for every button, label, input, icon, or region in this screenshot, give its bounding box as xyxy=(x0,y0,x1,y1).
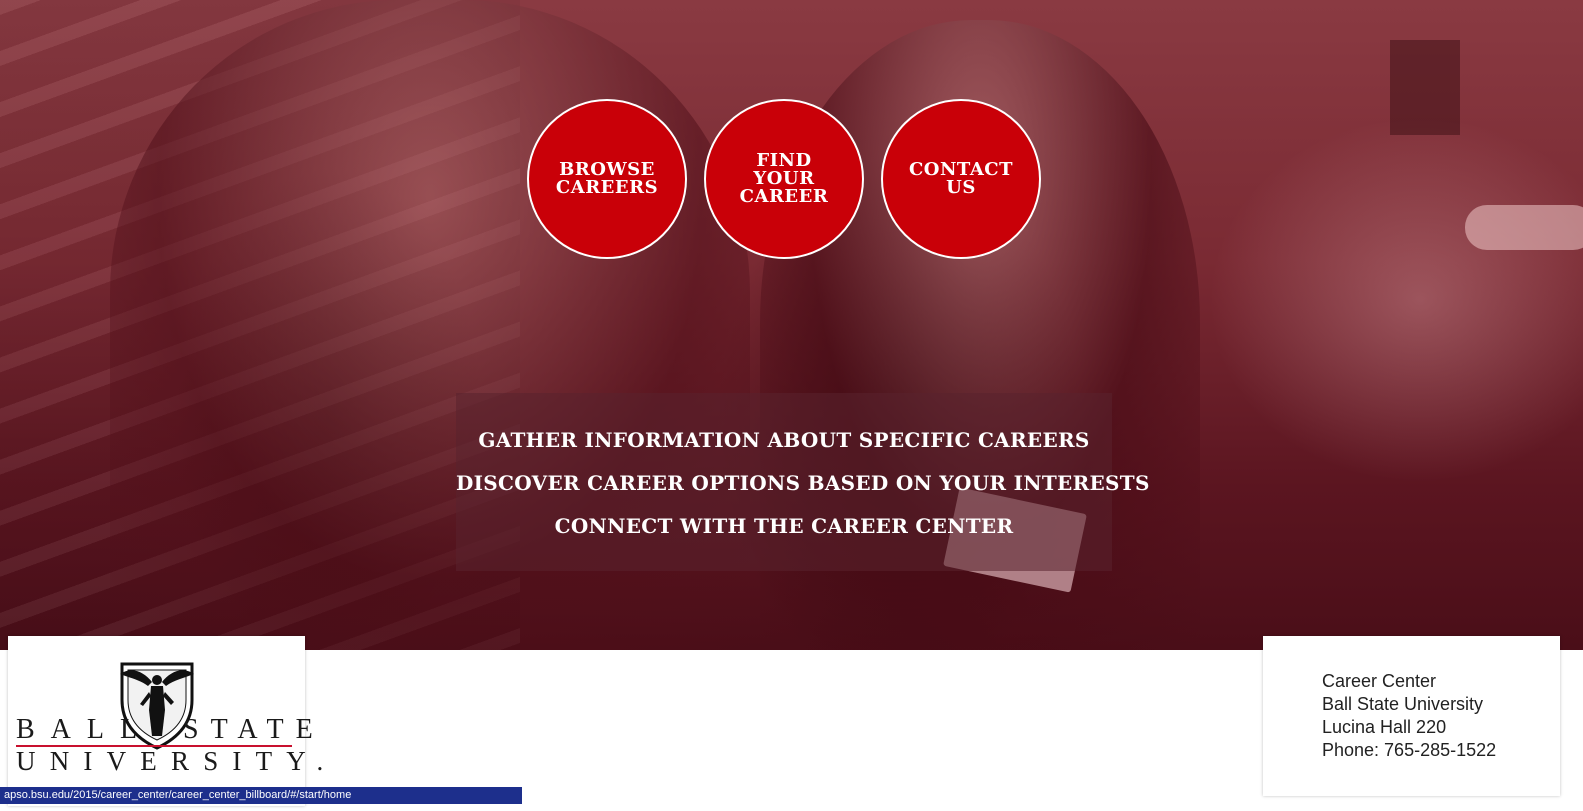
info-line-gather: GATHER INFORMATION ABOUT SPECIFIC CAREER… xyxy=(478,428,1090,452)
browse-careers-label: BROWSE CAREERS xyxy=(555,159,659,198)
logo-word-ball: BALL xyxy=(16,714,154,745)
university-logo[interactable]: BALL STATE UNIVERSITY. xyxy=(8,636,323,806)
info-line-connect: CONNECT WITH THE CAREER CENTER xyxy=(554,514,1014,538)
contact-phone: Phone: 765-285-1522 xyxy=(1322,740,1497,760)
info-line-discover: DISCOVER CAREER OPTIONS BASED ON YOUR IN… xyxy=(456,471,1150,495)
logo-word-university: UNIVERSITY. xyxy=(16,746,338,776)
contact-us-label: CONTACT US xyxy=(908,159,1014,198)
logo-word-state: STATE xyxy=(183,714,325,745)
find-your-career-label: FIND YOUR CAREER xyxy=(739,150,829,207)
contact-info-card: Career Center Ball State University Luci… xyxy=(1263,636,1560,796)
hero-wall-sign xyxy=(1390,40,1460,135)
contact-location: Lucina Hall 220 xyxy=(1322,717,1447,737)
hero-ceiling-light xyxy=(1465,205,1583,250)
browse-careers-button[interactable]: BROWSE CAREERS xyxy=(527,99,687,259)
page: BROWSE CAREERS FIND YOUR CAREER CONTACT … xyxy=(0,0,1583,811)
contact-name: Career Center xyxy=(1322,671,1437,691)
contact-us-button[interactable]: CONTACT US xyxy=(881,99,1041,259)
info-panel: GATHER INFORMATION ABOUT SPECIFIC CAREER… xyxy=(456,393,1150,571)
status-bar-link-preview: apso.bsu.edu/2015/career_center/career_c… xyxy=(0,787,522,804)
contact-organization: Ball State University xyxy=(1322,694,1484,714)
find-your-career-button[interactable]: FIND YOUR CAREER xyxy=(704,99,864,259)
